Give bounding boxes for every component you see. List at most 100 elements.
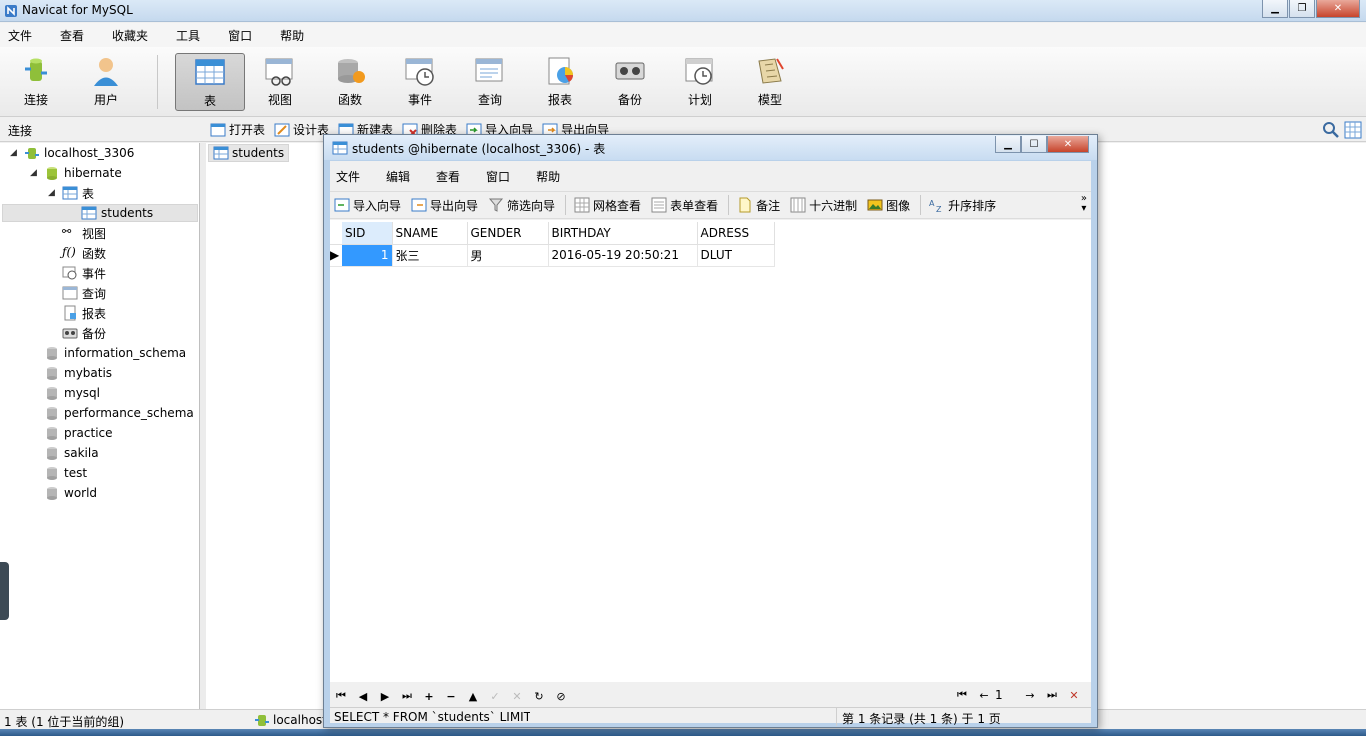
tree-database-world[interactable]: world bbox=[44, 484, 97, 502]
design-table-button[interactable]: 设计表 bbox=[274, 121, 329, 138]
menu-file[interactable]: 文件 bbox=[0, 27, 44, 44]
tree-backups-folder[interactable]: 备份 bbox=[62, 324, 106, 342]
first-page-icon[interactable]: ⏮ bbox=[951, 688, 973, 702]
maximize-button[interactable]: ❐ bbox=[1289, 0, 1315, 18]
cell-birthday[interactable]: 2016-05-19 20:50:21 bbox=[548, 244, 698, 267]
toolbar-model-button[interactable]: 模型 bbox=[740, 53, 800, 111]
column-header-adress[interactable]: ADRESS bbox=[697, 222, 775, 245]
next-page-icon[interactable]: → bbox=[1019, 689, 1041, 702]
column-header-sname[interactable]: SNAME bbox=[392, 222, 468, 245]
table-row[interactable]: ▶ 1 张三 男 2016-05-19 20:50:21 DLUT bbox=[330, 244, 775, 267]
object-item-students[interactable]: students bbox=[208, 144, 290, 162]
sort-ascending-button[interactable]: A Z 升序排序 bbox=[929, 197, 996, 214]
menu-window[interactable]: 窗口 bbox=[220, 27, 264, 44]
cell-sname[interactable]: 张三 bbox=[392, 244, 468, 267]
child-menu-file[interactable]: 文件 bbox=[330, 168, 370, 185]
tree-reports-folder[interactable]: 报表 bbox=[62, 304, 106, 322]
apply-changes-icon[interactable]: ✓ bbox=[484, 690, 506, 703]
cell-sid[interactable]: 1 bbox=[342, 244, 393, 267]
side-grip[interactable] bbox=[0, 562, 9, 620]
collapse-arrow-icon[interactable]: ◢ bbox=[48, 188, 58, 198]
toolbar-function-button[interactable]: 函数 bbox=[320, 53, 380, 111]
child-menu-view[interactable]: 查看 bbox=[430, 168, 470, 185]
tree-database-sakila[interactable]: sakila bbox=[44, 444, 99, 462]
tree-table-students[interactable]: students bbox=[2, 204, 198, 222]
tree-database-test[interactable]: test bbox=[44, 464, 87, 482]
tree-database-hibernate[interactable]: ◢ hibernate bbox=[30, 164, 122, 182]
child-minimize-button[interactable]: ▁ bbox=[995, 136, 1021, 153]
column-header-gender[interactable]: GENDER bbox=[467, 222, 549, 245]
next-record-icon[interactable]: ▶ bbox=[374, 690, 396, 703]
toolbar-schedule-button[interactable]: 计划 bbox=[670, 53, 730, 111]
image-icon bbox=[867, 199, 883, 211]
collapse-arrow-icon[interactable]: ◢ bbox=[30, 168, 40, 178]
prev-record-icon[interactable]: ◀ bbox=[352, 690, 374, 703]
first-record-icon[interactable]: ⏮ bbox=[330, 689, 352, 703]
close-button[interactable]: ✕ bbox=[1316, 0, 1360, 18]
column-header-sid[interactable]: SID bbox=[342, 222, 393, 245]
toolbar-report-button[interactable]: 报表 bbox=[530, 53, 590, 111]
form-view-button[interactable]: 表单查看 bbox=[651, 197, 718, 214]
tree-database-information-schema[interactable]: information_schema bbox=[44, 344, 186, 362]
last-record-icon[interactable]: ⏭ bbox=[396, 689, 418, 703]
collapse-arrow-icon[interactable]: ◢ bbox=[10, 148, 20, 158]
menu-tools[interactable]: 工具 bbox=[168, 27, 212, 44]
stop-icon[interactable]: ⊘ bbox=[550, 690, 572, 703]
toolbar-view-button[interactable]: 视图 bbox=[250, 53, 310, 111]
last-page-icon[interactable]: ⏭ bbox=[1041, 688, 1063, 702]
child-menu-window[interactable]: 窗口 bbox=[480, 168, 520, 185]
minimize-button[interactable]: ▁ bbox=[1262, 0, 1288, 18]
child-export-button[interactable]: 导出向导 bbox=[411, 197, 478, 214]
event-icon bbox=[405, 58, 434, 86]
child-import-button[interactable]: 导入向导 bbox=[334, 197, 401, 214]
menu-favorites[interactable]: 收藏夹 bbox=[104, 27, 160, 44]
delete-record-icon[interactable]: − bbox=[440, 690, 462, 703]
open-table-button[interactable]: 打开表 bbox=[210, 121, 265, 138]
toolbar-overflow-button[interactable]: » ▾ bbox=[1081, 194, 1087, 214]
toolbar-table-button[interactable]: 表 bbox=[175, 53, 245, 111]
tree-tables-folder[interactable]: ◢ 表 bbox=[48, 184, 94, 202]
tree-database-mysql[interactable]: mysql bbox=[44, 384, 100, 402]
toolbar-query-button[interactable]: 查询 bbox=[460, 53, 520, 111]
grid-view-icon[interactable] bbox=[1344, 121, 1362, 139]
tree-database-name: world bbox=[64, 486, 98, 500]
toolbar-connect-button[interactable]: 连接 bbox=[6, 53, 66, 111]
open-table-label: 打开表 bbox=[229, 123, 266, 137]
tree-connection-localhost[interactable]: ◢ localhost_3306 bbox=[10, 144, 134, 162]
hex-button[interactable]: 十六进制 bbox=[790, 197, 857, 214]
tree-functions-folder[interactable]: ƒ() 函数 bbox=[62, 244, 106, 262]
add-record-icon[interactable]: + bbox=[418, 690, 440, 703]
search-icon[interactable] bbox=[1322, 121, 1340, 139]
memo-button[interactable]: 备注 bbox=[737, 197, 780, 214]
child-menu-help[interactable]: 帮助 bbox=[530, 168, 570, 185]
image-button[interactable]: 图像 bbox=[867, 197, 910, 214]
cell-gender[interactable]: 男 bbox=[467, 244, 549, 267]
tree-views-folder[interactable]: ⚯ 视图 bbox=[62, 224, 106, 242]
toolbar-schedule-label: 计划 bbox=[687, 93, 712, 107]
toolbar-user-button[interactable]: 用户 bbox=[76, 53, 136, 111]
cell-adress[interactable]: DLUT bbox=[697, 244, 775, 267]
grid-view-button[interactable]: 网格查看 bbox=[574, 197, 641, 214]
page-number[interactable]: 1 bbox=[995, 688, 1019, 702]
table-window-titlebar[interactable]: students @hibernate (localhost_3306) - 表… bbox=[324, 135, 1097, 160]
child-maximize-button[interactable]: ☐ bbox=[1021, 136, 1047, 153]
tree-database-practice[interactable]: practice bbox=[44, 424, 113, 442]
child-menu-edit[interactable]: 编辑 bbox=[380, 168, 420, 185]
edit-record-icon[interactable]: ▲ bbox=[462, 690, 484, 703]
prev-page-icon[interactable]: ← bbox=[973, 689, 995, 702]
toolbar-event-button[interactable]: 事件 bbox=[390, 53, 450, 111]
tree-database-performance-schema[interactable]: performance_schema bbox=[44, 404, 194, 422]
tree-queries-folder[interactable]: 查询 bbox=[62, 284, 106, 302]
cancel-changes-icon[interactable]: ✕ bbox=[506, 690, 528, 703]
tree-database-mybatis[interactable]: mybatis bbox=[44, 364, 112, 382]
filter-wizard-button[interactable]: 筛选向导 bbox=[488, 197, 555, 214]
menu-view[interactable]: 查看 bbox=[52, 27, 96, 44]
refresh-icon[interactable]: ↻ bbox=[528, 690, 550, 703]
settings-icon[interactable]: ✕ bbox=[1063, 689, 1085, 702]
tree-events-folder[interactable]: 事件 bbox=[62, 264, 106, 282]
tree-tables-label: 表 bbox=[82, 186, 95, 201]
menu-help[interactable]: 帮助 bbox=[272, 27, 316, 44]
toolbar-backup-button[interactable]: 备份 bbox=[600, 53, 660, 111]
column-header-birthday[interactable]: BIRTHDAY bbox=[548, 222, 698, 245]
child-close-button[interactable]: ✕ bbox=[1047, 136, 1089, 153]
